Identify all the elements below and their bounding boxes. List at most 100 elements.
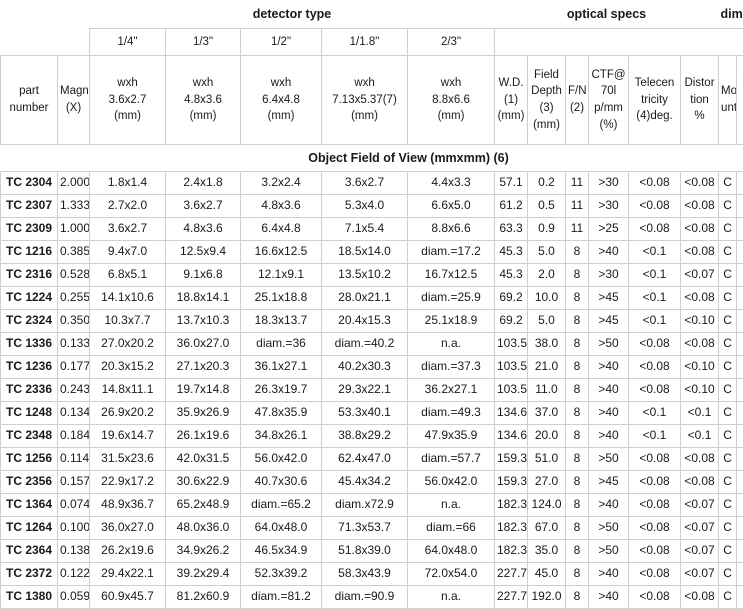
cell-ctf: >45 — [589, 471, 629, 494]
col-header-line: (mm) — [92, 108, 163, 125]
table-row: TC 12360.17720.3x15.227.1x20.336.1x27.14… — [1, 356, 743, 379]
cell-magnification: 0.134 — [58, 402, 90, 425]
cell-length: 258.0 — [737, 586, 743, 609]
cell-length: 225.0 — [737, 471, 743, 494]
cell-ctf: >40 — [589, 494, 629, 517]
col-header-distortion: Distor tion % — [681, 56, 719, 145]
table-row: TC 23360.24314.8x11.119.7x14.826.3x19.72… — [1, 379, 743, 402]
cell-field-depth: 0.9 — [528, 218, 566, 241]
col-header-line: (mm) — [739, 108, 743, 125]
cell-distortion: <0.1 — [681, 425, 719, 448]
col-header-field-depth: Field Depth (3) (mm) — [528, 56, 566, 145]
col-header-line: (4)deg. — [631, 108, 678, 125]
cell-fov-two-thirds: n.a. — [408, 333, 495, 356]
table-row: TC 12160.3859.4x7.012.5x9.416.6x12.518.5… — [1, 241, 743, 264]
col-header-line: p/mm — [591, 100, 626, 117]
col-header-line: Field — [530, 67, 563, 84]
cell-ctf: >50 — [589, 517, 629, 540]
cell-fov-half: 4.8x3.6 — [241, 195, 322, 218]
cell-part-number: TC 2316 — [1, 264, 58, 287]
cell-working-distance: 69.2 — [495, 287, 528, 310]
cell-fov-third: 13.7x10.3 — [166, 310, 241, 333]
col-header-f-number: F/N (2) — [566, 56, 589, 145]
cell-fov-two-thirds: diam.=57.7 — [408, 448, 495, 471]
detector-size-row: 1/4" 1/3" 1/2" 1/1.8" 2/3" — [1, 29, 743, 56]
detector-size-third: 1/3" — [166, 29, 241, 56]
cell-distortion: <0.10 — [681, 356, 719, 379]
cell-fov-third: 27.1x20.3 — [166, 356, 241, 379]
cell-mount: C — [719, 172, 737, 195]
cell-fov-two-thirds: 25.1x18.9 — [408, 310, 495, 333]
cell-magnification: 0.122 — [58, 563, 90, 586]
col-header-length: Length (5) (mm) — [737, 56, 743, 145]
cell-part-number: TC 2372 — [1, 563, 58, 586]
table-row: TC 23560.15722.9x17.230.6x22.940.7x30.64… — [1, 471, 743, 494]
cell-part-number: TC 1236 — [1, 356, 58, 379]
cell-fov-half: 16.6x12.5 — [241, 241, 322, 264]
table-row: TC 23720.12229.4x22.139.2x29.452.3x39.25… — [1, 563, 743, 586]
cell-fov-half: diam.=36 — [241, 333, 322, 356]
cell-fov-half: 56.0x42.0 — [241, 448, 322, 471]
cell-fov-one-one-eight: 45.4x34.2 — [322, 471, 408, 494]
cell-ctf: >45 — [589, 287, 629, 310]
cell-fov-one-one-eight: 5.3x4.0 — [322, 195, 408, 218]
cell-ctf: >40 — [589, 356, 629, 379]
cell-field-depth: 0.2 — [528, 172, 566, 195]
cell-fov-quarter: 3.6x2.7 — [90, 218, 166, 241]
cell-telecentricity: <0.08 — [629, 586, 681, 609]
cell-f-number: 8 — [566, 310, 589, 333]
col-header-detector-quarter: wxh 3.6x2.7 (mm) — [90, 56, 166, 145]
cell-magnification: 0.059 — [58, 586, 90, 609]
cell-working-distance: 159.3 — [495, 448, 528, 471]
col-header-line: wxh — [243, 75, 319, 92]
cell-field-depth: 21.0 — [528, 356, 566, 379]
cell-field-depth: 124.0 — [528, 494, 566, 517]
col-header-line: 7.13x5.37(7) — [324, 92, 405, 109]
cell-mount: C — [719, 540, 737, 563]
cell-mount: C — [719, 310, 737, 333]
cell-field-depth: 37.0 — [528, 402, 566, 425]
cell-magnification: 0.074 — [58, 494, 90, 517]
cell-ctf: >30 — [589, 172, 629, 195]
col-header-line: (5) — [739, 92, 743, 109]
cell-telecentricity: <0.08 — [629, 517, 681, 540]
cell-field-depth: 38.0 — [528, 333, 566, 356]
table-row: TC 12560.11431.5x23.642.0x31.556.0x42.06… — [1, 448, 743, 471]
cell-fov-quarter: 29.4x22.1 — [90, 563, 166, 586]
group-header-row: detector type optical specs dimensions — [1, 0, 743, 29]
detector-size-blank-left — [1, 29, 90, 56]
table-data-section: TC 23042.0001.8x1.42.4x1.83.2x2.43.6x2.7… — [1, 172, 743, 609]
cell-distortion: <0.08 — [681, 333, 719, 356]
cell-fov-two-thirds: 6.6x5.0 — [408, 195, 495, 218]
cell-fov-third: 9.1x6.8 — [166, 264, 241, 287]
cell-magnification: 0.184 — [58, 425, 90, 448]
cell-fov-one-one-eight: diam.=90.9 — [322, 586, 408, 609]
col-header-line: tion — [683, 92, 716, 109]
cell-f-number: 8 — [566, 379, 589, 402]
col-header-line: (1) — [497, 92, 525, 109]
cell-ctf: >40 — [589, 402, 629, 425]
cell-working-distance: 182.3 — [495, 540, 528, 563]
cell-fov-quarter: 26.2x19.6 — [90, 540, 166, 563]
cell-fov-third: 30.6x22.9 — [166, 471, 241, 494]
table-row: TC 13640.07448.9x36.765.2x48.9diam.=65.2… — [1, 494, 743, 517]
cell-length: 212.0 — [737, 494, 743, 517]
cell-length: 225.9 — [737, 517, 743, 540]
col-header-line: Mo — [721, 83, 734, 100]
cell-fov-third: 81.2x60.9 — [166, 586, 241, 609]
cell-mount: C — [719, 448, 737, 471]
cell-fov-one-one-eight: 38.8x29.2 — [322, 425, 408, 448]
cell-working-distance: 134.6 — [495, 402, 528, 425]
cell-length: 181.5 — [737, 402, 743, 425]
cell-telecentricity: <0.08 — [629, 195, 681, 218]
cell-magnification: 0.133 — [58, 333, 90, 356]
col-header-line: 4.8x3.6 — [168, 92, 238, 109]
cell-working-distance: 227.7 — [495, 586, 528, 609]
cell-ctf: >40 — [589, 425, 629, 448]
cell-fov-half: 52.3x39.2 — [241, 563, 322, 586]
cell-mount: C — [719, 471, 737, 494]
col-header-line: unt — [721, 100, 734, 117]
cell-fov-two-thirds: diam.=17.2 — [408, 241, 495, 264]
cell-magnification: 0.157 — [58, 471, 90, 494]
cell-mount: C — [719, 218, 737, 241]
